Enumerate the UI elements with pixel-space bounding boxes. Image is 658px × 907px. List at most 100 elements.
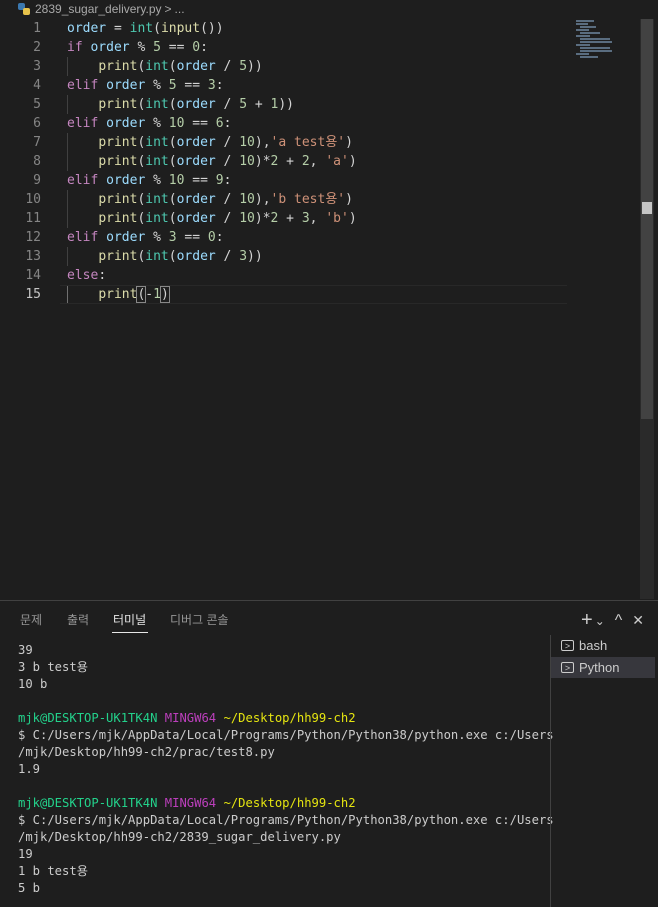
code-token: elif <box>67 173 99 188</box>
code-token: )) <box>247 249 263 264</box>
tab-terminal[interactable]: 터미널 <box>113 611 146 628</box>
terminal-line: mjk@DESKTOP-UK1TK4N MINGW64 ~/Desktop/hh… <box>18 710 543 727</box>
code-token: 3 <box>168 230 177 245</box>
code-line[interactable]: 12 elif order % 3 == 0: <box>0 228 640 247</box>
breadcrumb-separator: > <box>164 2 172 16</box>
code-token: % <box>129 40 154 55</box>
code-line[interactable]: 2 if order % 5 == 0: <box>0 38 640 57</box>
code-line[interactable]: 13 print(int(order / 3)) <box>0 247 640 266</box>
terminal-text: mjk@DESKTOP-UK1TK4N <box>18 711 158 725</box>
code-line[interactable]: 3 print(int(order / 5)) <box>0 57 640 76</box>
code-token: / <box>215 59 240 74</box>
code-token: order <box>90 40 130 55</box>
terminal-session-bash[interactable]: > bash <box>551 635 655 656</box>
terminal-session-python[interactable]: > Python <box>551 657 655 678</box>
line-number: 12 <box>25 230 41 245</box>
code-token: == <box>184 173 216 188</box>
code-editor[interactable]: 1 order = int(input()) 2 if order % 5 == 0:… <box>0 19 640 599</box>
code-line[interactable]: 4 elif order % 5 == 3: <box>0 76 640 95</box>
code-token: order <box>176 97 216 112</box>
terminal-text: ~/Desktop/hh99-ch2 <box>223 796 356 810</box>
scrollbar-thumb[interactable] <box>641 19 653 419</box>
line-code: order = int(input()) <box>67 19 224 38</box>
code-token: + <box>278 154 302 169</box>
code-token: 5 <box>239 59 248 74</box>
tab-output[interactable]: 출력 <box>67 611 89 628</box>
terminal-line: /mjk/Desktop/hh99-ch2/prac/test8.py <box>18 744 543 761</box>
maximize-panel-icon[interactable]: ^ <box>615 612 623 630</box>
breadcrumb-more[interactable]: ... <box>175 2 185 16</box>
code-token: ( <box>168 192 177 207</box>
code-token: ), <box>254 192 271 207</box>
code-token: order <box>106 116 146 131</box>
terminal-text: 19 <box>18 847 33 861</box>
code-token: input <box>160 21 201 36</box>
terminal-text: 10 b <box>18 677 48 691</box>
code-line[interactable]: 1 order = int(input()) <box>0 19 640 38</box>
code-token: order <box>176 154 216 169</box>
code-token: int <box>145 135 169 150</box>
terminal-text: mjk@DESKTOP-UK1TK4N <box>18 796 158 810</box>
terminal-line: 1 b test용 <box>18 863 543 880</box>
code-token: elif <box>67 78 99 93</box>
terminal-line: 3 b test용 <box>18 659 543 676</box>
code-token: == <box>184 116 216 131</box>
code-token: 3 <box>301 211 310 226</box>
terminal-line: 19 <box>18 846 543 863</box>
code-line[interactable]: 8 print(int(order / 10)*2 + 2, 'a') <box>0 152 640 171</box>
bottom-panel: 문제 출력 터미널 디버그 콘솔 + ⌄ ^ ✕ 39 3 b test용 10 b… <box>0 600 658 907</box>
add-terminal-icon[interactable]: + <box>581 609 593 632</box>
tab-problems[interactable]: 문제 <box>20 611 42 628</box>
code-token: ( <box>168 135 177 150</box>
code-line[interactable]: 6 elif order % 10 == 6: <box>0 114 640 133</box>
terminal-line: $ C:/Users/mjk/AppData/Local/Programs/Py… <box>18 812 554 829</box>
code-line[interactable]: 10 print(int(order / 10),'b test용') <box>0 190 640 209</box>
terminal-session-label: Python <box>579 660 620 675</box>
code-token: ( <box>168 249 177 264</box>
python-file-icon <box>18 3 30 15</box>
code-token: : <box>200 40 208 55</box>
line-code: elif order % 10 == 6: <box>67 114 231 133</box>
code-token: : <box>223 173 232 188</box>
code-line[interactable]: 5 print(int(order / 5 + 1)) <box>0 95 640 114</box>
code-line[interactable]: 14 else: <box>0 266 640 285</box>
code-line[interactable]: 15 print(-1) <box>0 285 640 304</box>
breadcrumb-filename[interactable]: 2839_sugar_delivery.py <box>35 2 162 16</box>
code-token: ( <box>168 59 177 74</box>
terminal-text: $ C:/Users/mjk/AppData/Local/Programs/Py… <box>18 813 554 827</box>
line-number: 9 <box>33 173 41 188</box>
code-token: )) <box>278 97 295 112</box>
tab-debug-console[interactable]: 디버그 콘솔 <box>170 611 229 628</box>
code-token: else <box>67 268 99 283</box>
chevron-down-icon[interactable]: ⌄ <box>595 614 605 628</box>
code-token: 10 <box>239 192 255 207</box>
code-token: )) <box>247 59 263 74</box>
line-number: 8 <box>33 154 41 169</box>
code-token: / <box>215 135 240 150</box>
terminal-text: 5 b <box>18 881 41 895</box>
code-token: , <box>309 211 326 226</box>
code-token: ) <box>348 211 357 226</box>
code-token: % <box>145 116 169 131</box>
terminal-output[interactable]: 39 3 b test용 10 b mjk@DESKTOP-UK1TK4N MINGW… <box>18 642 554 897</box>
code-token: int <box>145 59 169 74</box>
editor-scrollbar[interactable] <box>640 19 654 599</box>
minimap[interactable] <box>574 19 622 59</box>
code-line[interactable]: 7 print(int(order / 10),'a test용') <box>0 133 640 152</box>
line-number: 5 <box>33 97 41 112</box>
terminal-session-list: > bash > Python <box>550 635 658 907</box>
code-token: order <box>106 173 146 188</box>
code-line[interactable]: 11 print(int(order / 10)*2 + 3, 'b') <box>0 209 640 228</box>
line-code: if order % 5 == 0: <box>67 38 208 57</box>
terminal-text: $ C:/Users/mjk/AppData/Local/Programs/Py… <box>18 728 554 742</box>
code-token: order <box>106 230 146 245</box>
code-line[interactable]: 9 elif order % 10 == 9: <box>0 171 640 190</box>
line-number: 14 <box>25 268 41 283</box>
breadcrumb[interactable]: 2839_sugar_delivery.py > ... <box>0 0 658 18</box>
terminal-icon: > <box>561 640 574 651</box>
close-panel-icon[interactable]: ✕ <box>632 612 644 629</box>
